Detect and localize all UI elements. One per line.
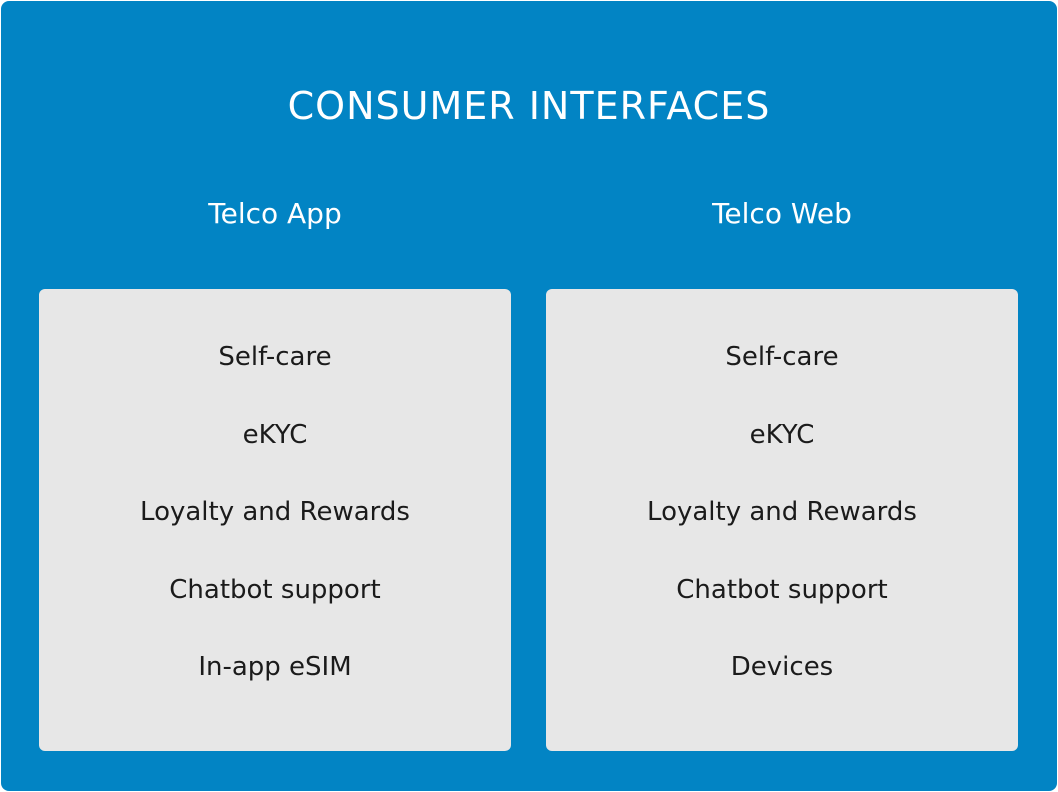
- telco-app-item-chatbot: Chatbot support: [169, 575, 381, 605]
- telco-web-item-loyalty: Loyalty and Rewards: [647, 497, 917, 527]
- telco-web-heading: Telco Web: [712, 197, 852, 230]
- telco-web-item-self-care: Self-care: [725, 342, 839, 372]
- consumer-interfaces-panel: CONSUMER INTERFACES Telco App Telco Web …: [1, 1, 1057, 791]
- telco-app-item-self-care: Self-care: [218, 342, 332, 372]
- telco-app-card: Self-care eKYC Loyalty and Rewards Chatb…: [39, 289, 511, 751]
- telco-app-item-ekyc: eKYC: [242, 420, 308, 450]
- telco-web-card: Self-care eKYC Loyalty and Rewards Chatb…: [546, 289, 1018, 751]
- telco-web-item-ekyc: eKYC: [749, 420, 815, 450]
- telco-web-item-chatbot: Chatbot support: [676, 575, 888, 605]
- diagram-title: CONSUMER INTERFACES: [287, 84, 771, 128]
- telco-app-heading: Telco App: [208, 197, 342, 230]
- telco-app-item-loyalty: Loyalty and Rewards: [140, 497, 410, 527]
- telco-web-item-devices: Devices: [730, 652, 834, 682]
- telco-app-item-esim: In-app eSIM: [198, 652, 352, 682]
